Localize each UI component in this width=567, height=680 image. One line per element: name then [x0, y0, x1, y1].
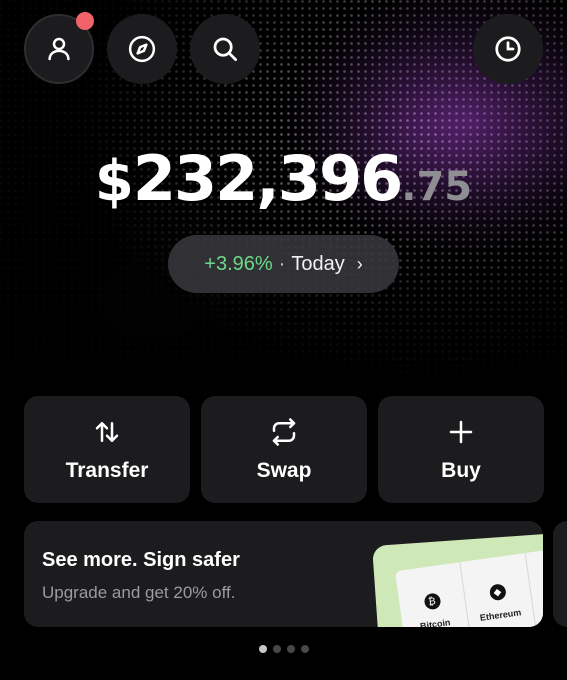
carousel-pagination: [0, 645, 567, 653]
swap-button[interactable]: Swap: [201, 396, 367, 503]
transfer-button[interactable]: Transfer: [24, 396, 190, 503]
ethereum-icon: ◆: [488, 583, 507, 602]
coin-cell-ethereum: ◆ Ethereum: [460, 552, 539, 627]
repeat-icon: [272, 417, 296, 446]
person-icon: [48, 37, 70, 61]
history-button[interactable]: [473, 14, 543, 84]
promo-subtitle: Upgrade and get 20% off.: [42, 583, 236, 602]
search-icon: [213, 37, 237, 61]
change-percent: +3.96%: [204, 252, 273, 275]
change-separator: ·: [278, 252, 286, 275]
notification-badge: [76, 12, 94, 30]
promo-card[interactable]: See more. Sign safer Upgrade and get 20%…: [24, 521, 543, 627]
daily-change-pill[interactable]: +3.96% · Today ›: [168, 235, 399, 293]
hardware-wallet-image: ₿ Bitcoin ◆ Ethereum: [372, 532, 543, 627]
portfolio-balance: $232,396.75: [0, 148, 567, 210]
transfer-label: Transfer: [65, 458, 149, 482]
balance-integer: 232,396: [132, 142, 403, 215]
buy-label: Buy: [441, 458, 481, 482]
clock-icon: [495, 36, 521, 62]
search-button[interactable]: [190, 14, 260, 84]
chevron-right-icon: ›: [356, 253, 363, 274]
buy-button[interactable]: Buy: [378, 396, 544, 503]
swap-label: Swap: [256, 458, 312, 482]
balance-decimal: .75: [401, 164, 473, 210]
plus-icon: [449, 420, 473, 443]
next-promo-card[interactable]: [553, 521, 567, 627]
compass-icon: [128, 35, 156, 63]
promo-title: See more. Sign safer: [42, 549, 240, 571]
device-screen: ₿ Bitcoin ◆ Ethereum: [394, 544, 543, 627]
coin-name: Bitcoin: [419, 617, 452, 627]
arrows-up-down-icon: [95, 421, 119, 442]
explore-button[interactable]: [107, 14, 177, 84]
page-dot[interactable]: [286, 645, 295, 653]
change-period: Today: [291, 252, 345, 275]
bitcoin-icon: ₿: [422, 592, 442, 611]
page-dot-active[interactable]: [258, 645, 267, 653]
coin-name: Ethereum: [479, 607, 522, 623]
page-dot[interactable]: [300, 645, 309, 653]
page-dot[interactable]: [272, 645, 281, 653]
currency-symbol: $: [94, 149, 134, 214]
